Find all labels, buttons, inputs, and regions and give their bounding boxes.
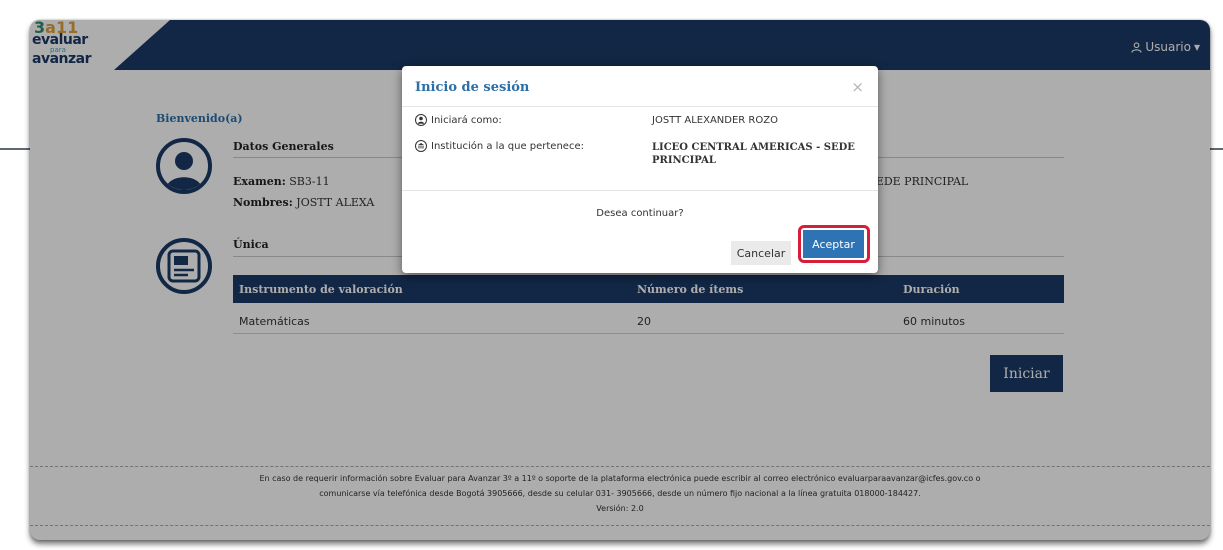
dialog-header-divider — [402, 106, 878, 107]
continue-question: Desea continuar? — [596, 208, 684, 219]
app-window: 3a11 evaluar para avanzar Usuario ▾ Bien… — [30, 20, 1210, 540]
login-as-row: Iniciará como: — [415, 114, 502, 126]
institution-value: LICEO CENTRAL AMERICAS - SEDE PRINCIPAL — [652, 142, 855, 166]
person-circle-icon — [415, 114, 427, 126]
cancel-button[interactable]: Cancelar — [731, 241, 791, 265]
login-as-value: JOSTT ALEXANDER ROZO — [652, 115, 778, 126]
institution-row: Institución a la que pertenece: — [415, 140, 584, 152]
close-icon[interactable]: × — [851, 78, 864, 96]
dialog-body-divider — [402, 190, 878, 191]
decorative-line-right — [1209, 148, 1223, 150]
dialog-title: Inicio de sesión — [415, 80, 530, 95]
decorative-line-left — [0, 148, 30, 150]
login-as-label: Iniciará como: — [431, 114, 502, 126]
institution-icon — [415, 140, 427, 152]
accept-button[interactable]: Aceptar — [803, 230, 864, 258]
login-confirm-dialog: Inicio de sesión × Iniciará como: JOSTT … — [402, 66, 878, 273]
institution-label: Institución a la que pertenece: — [431, 140, 584, 152]
